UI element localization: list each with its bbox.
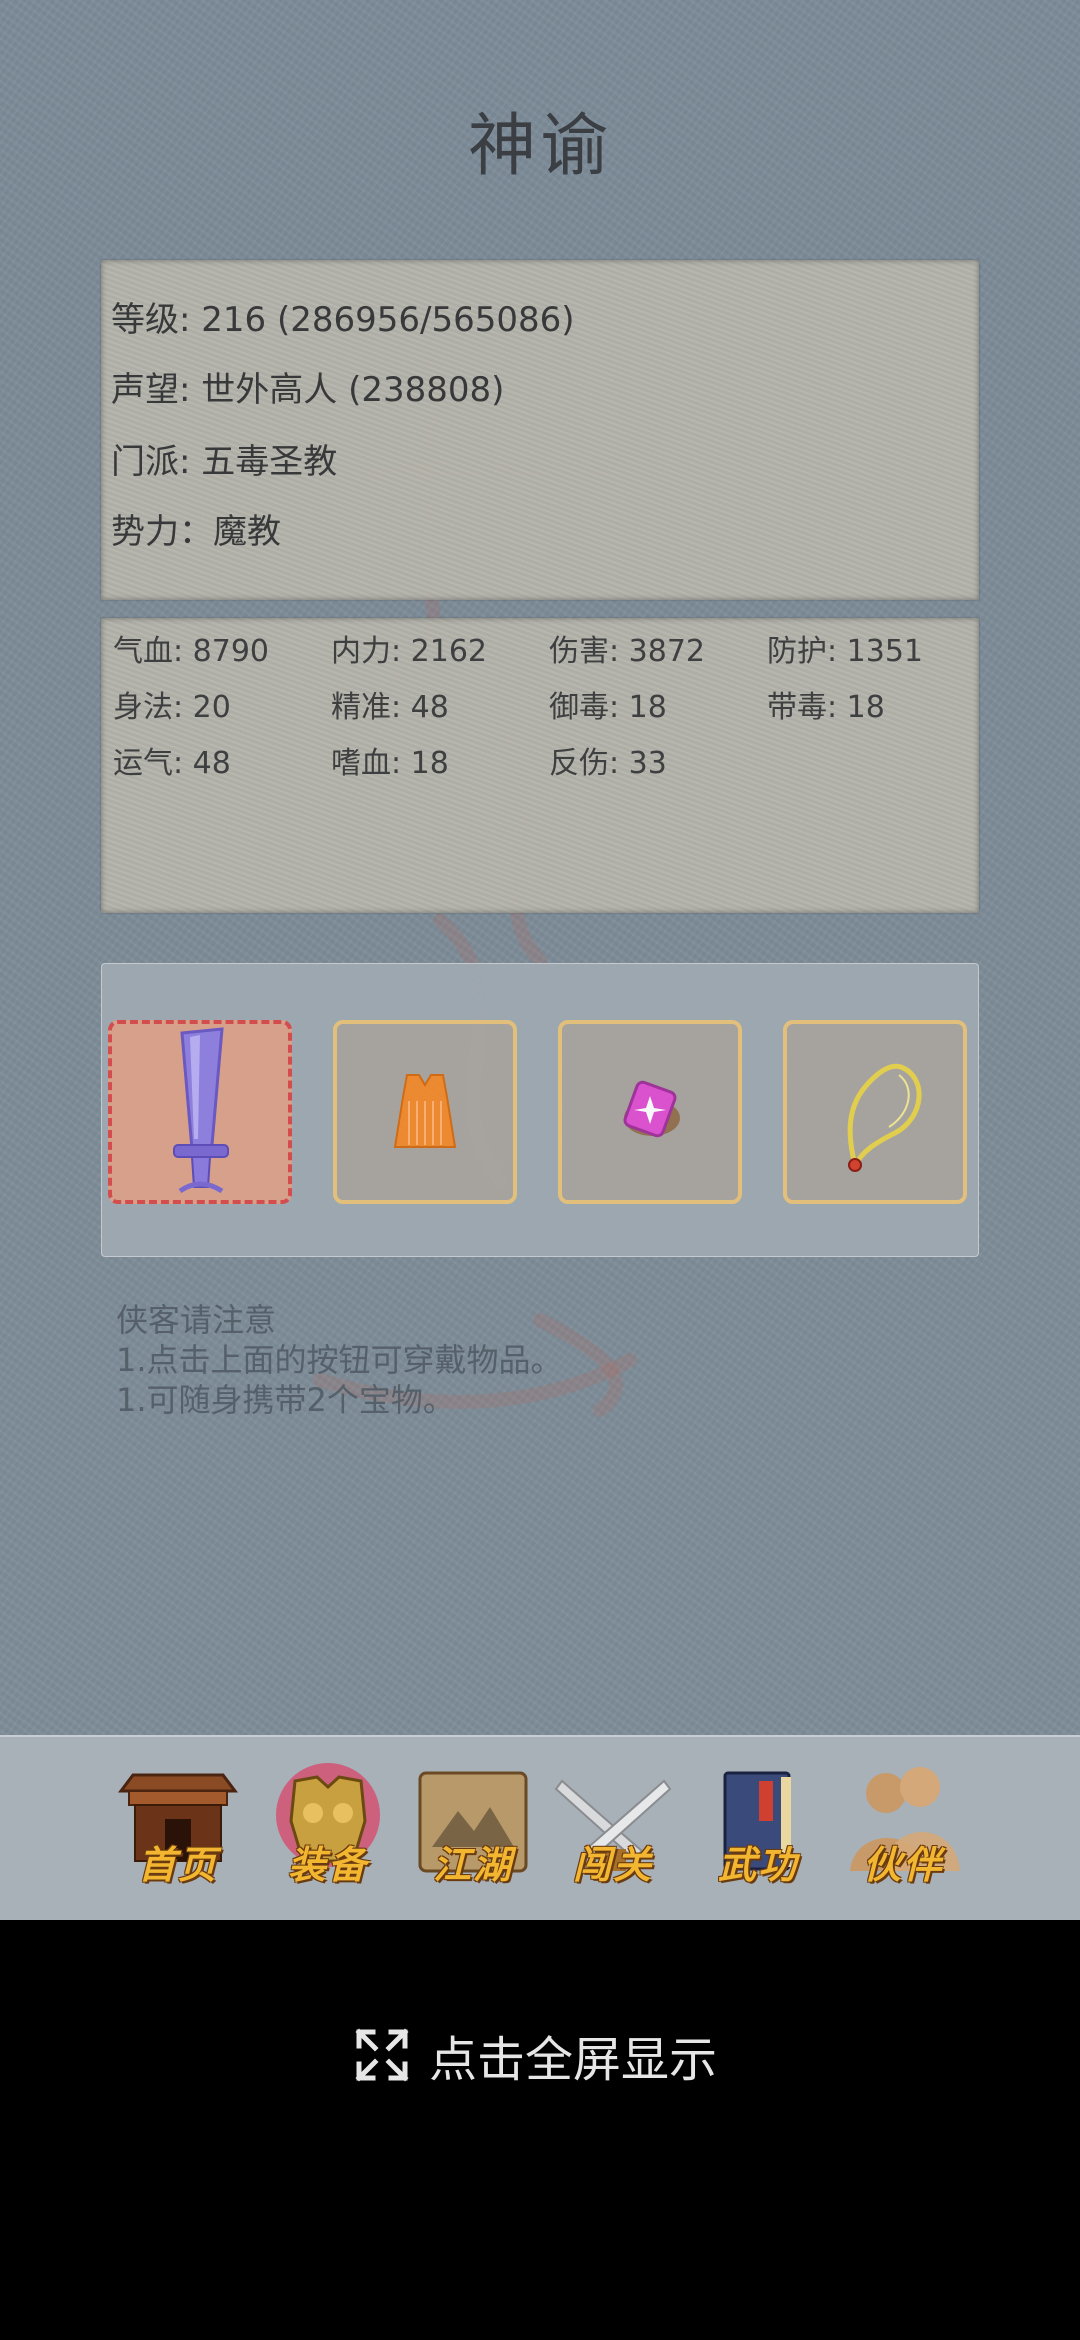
sect-text: 门派: 五毒圣教 [111, 442, 338, 482]
faction-text: 势力：魔教 [111, 512, 281, 552]
attribute-stats-panel: 气血: 8790 内力: 2162 伤害: 3872 防护: 1351 身法: … [101, 618, 979, 913]
fullscreen-label: 点击全屏显示 [429, 2032, 718, 2088]
nav-label-jianghu: 江湖 [432, 1842, 513, 1887]
stat-bloodthirst: 嗜血: 18 [331, 746, 449, 781]
stat-damage: 伤害: 3872 [549, 634, 705, 669]
equipment-slot-weapon[interactable] [108, 1020, 292, 1204]
level-text: 等级: 216 (286956/565086) [111, 300, 575, 340]
page-title: 神谕 [467, 107, 612, 186]
nav-label-home: 首页 [137, 1842, 218, 1887]
bottom-navigation: 首页 装备 江湖 闯关 武功 伙伴 [0, 1735, 1080, 1922]
nav-label-partners: 伙伴 [862, 1842, 943, 1887]
nav-label-challenge: 闯关 [572, 1842, 653, 1887]
nav-label-martial-arts: 武功 [717, 1842, 798, 1887]
notice-text: 侠客请注意 1.点击上面的按钮可穿戴物品。 1.可随身携带2个宝物。 [116, 1300, 563, 1420]
equipment-slot-treasure-1[interactable] [558, 1020, 742, 1204]
notice-line-1: 1.点击上面的按钮可穿戴物品。 [116, 1341, 563, 1379]
stat-accuracy: 精准: 48 [331, 690, 449, 725]
equipment-panel [101, 963, 979, 1257]
game-screen: 神谕 等级: 216 (286956/565086) 声望: 世外高人 (238… [0, 0, 1080, 1922]
notice-title: 侠客请注意 [116, 1301, 277, 1339]
stat-hp: 气血: 8790 [113, 634, 269, 669]
pink-gem-icon [623, 1080, 680, 1138]
stat-defense: 防护: 1351 [767, 634, 923, 669]
nav-item-partners[interactable]: 伙伴 [840, 1767, 966, 1897]
nav-item-home[interactable]: 首页 [115, 1767, 241, 1897]
stat-agility: 身法: 20 [113, 690, 231, 725]
nav-item-martial-arts[interactable]: 武功 [695, 1767, 821, 1897]
nav-item-jianghu[interactable]: 江湖 [410, 1767, 536, 1897]
necklace-icon [847, 1063, 922, 1172]
character-info-panel: 等级: 216 (286956/565086) 声望: 世外高人 (238808… [101, 260, 979, 600]
expand-icon [355, 2028, 409, 2082]
stat-reflect: 反伤: 33 [549, 746, 667, 781]
stat-poison: 带毒: 18 [767, 690, 885, 725]
reputation-text: 声望: 世外高人 (238808) [111, 370, 505, 410]
fullscreen-bar [0, 1920, 1080, 2340]
nav-item-equipment[interactable]: 装备 [265, 1763, 391, 1897]
armor-vest-icon [393, 1074, 457, 1148]
nav-item-challenge[interactable]: 闯关 [550, 1767, 676, 1897]
nav-label-equipment: 装备 [287, 1842, 368, 1887]
stat-internal-power: 内力: 2162 [331, 634, 487, 669]
sword-icon [173, 1027, 229, 1194]
stat-luck: 运气: 48 [113, 746, 231, 781]
equipment-slot-treasure-2[interactable] [783, 1020, 967, 1204]
equipment-slot-armor[interactable] [333, 1020, 517, 1204]
notice-line-2: 1.可随身携带2个宝物。 [116, 1381, 455, 1419]
fullscreen-button[interactable]: 点击全屏显示 [355, 2020, 717, 2090]
stat-poison-resist: 御毒: 18 [549, 690, 667, 725]
